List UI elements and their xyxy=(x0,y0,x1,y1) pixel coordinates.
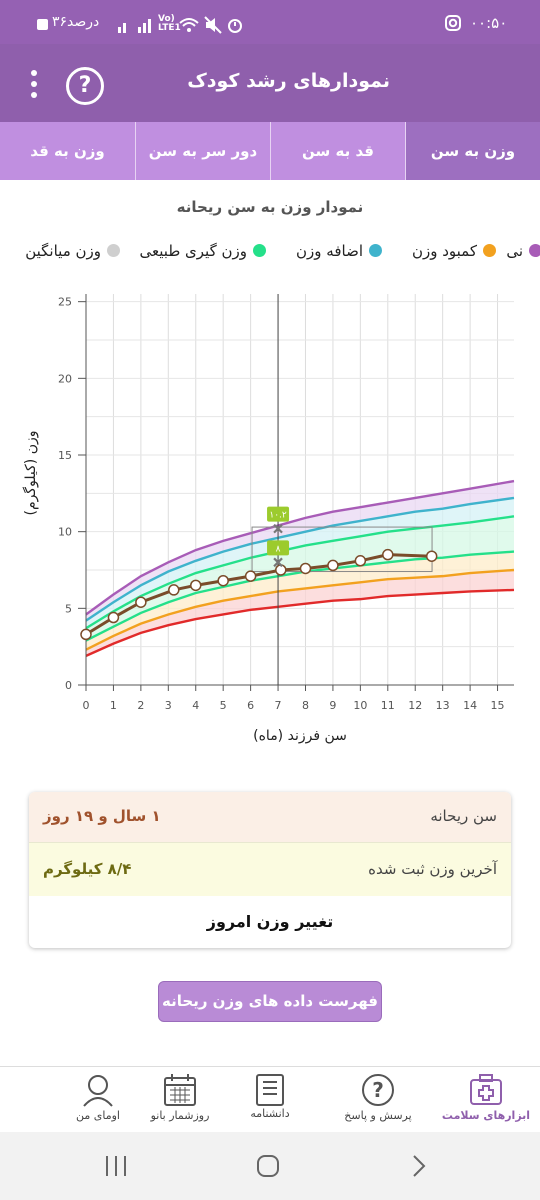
x-tick-label: 5 xyxy=(220,699,227,712)
weight-row: آخرین وزن ثبت شده ۸/۴ کیلوگرم xyxy=(29,842,511,896)
battery-icon xyxy=(37,19,48,30)
battery-percent: ۳۶درصد xyxy=(52,14,100,30)
network-label: Vo) LTE1 xyxy=(158,14,181,33)
y-tick-label: 20 xyxy=(58,372,72,385)
child-weight-point xyxy=(244,570,257,582)
age-row: سن ریحانه ۱ سال و ۱۹ روز xyxy=(29,792,511,842)
legend-item-average[interactable]: وزن میانگین xyxy=(25,242,120,260)
x-tick-label: 9 xyxy=(329,699,336,712)
overflow-menu-icon[interactable] xyxy=(22,66,46,106)
svg-text:?: ? xyxy=(372,1078,384,1102)
legend-dot-icon xyxy=(253,244,266,257)
x-tick-label: 0 xyxy=(83,699,90,712)
x-tick-label: 7 xyxy=(275,699,282,712)
signal-icon xyxy=(118,19,151,33)
tab-height-for-age[interactable]: قد به سن xyxy=(270,122,405,180)
nav-questions-label: پرسش و پاسخ xyxy=(344,1109,412,1122)
y-tick-label: 15 xyxy=(58,449,72,462)
child-weight-point xyxy=(168,584,180,596)
x-tick-label: 3 xyxy=(165,699,172,712)
x-tick-label: 6 xyxy=(247,699,254,712)
question-icon: ? xyxy=(362,1074,394,1106)
tab-bar: وزن به سن قد به سن دور سر به سن وزن به ق… xyxy=(0,122,540,180)
nav-health-tools-label: ابزارهای سلامت xyxy=(441,1109,531,1122)
legend-item-overweight[interactable]: اضافه وزن xyxy=(296,242,382,260)
chart-legend: نی کمبود وزن اضافه وزن وزن گیری طبیعی وز… xyxy=(0,242,540,268)
x-tick-label: 2 xyxy=(137,699,144,712)
status-time: ۰۰:۵۰ xyxy=(470,14,508,32)
mute-icon xyxy=(204,16,222,34)
legend-dot-icon xyxy=(107,244,120,257)
legend-dot-icon xyxy=(369,244,382,257)
nav-questions[interactable]: ? پرسش و پاسخ xyxy=(324,1067,432,1133)
chart-title: نمودار وزن به سن ریحانه xyxy=(176,198,364,216)
app-bar: ? نمودارهای رشد کودک xyxy=(0,44,540,122)
help-button[interactable]: ? xyxy=(66,67,104,105)
calendar-icon xyxy=(164,1074,196,1106)
wifi-icon xyxy=(179,18,199,32)
tab-head-for-age[interactable]: دور سر به سن xyxy=(135,122,270,180)
x-tick-label: 13 xyxy=(436,699,450,712)
x-tick-label: 1 xyxy=(110,699,117,712)
age-value: ۱ سال و ۱۹ روز xyxy=(43,807,161,825)
x-tick-label: 14 xyxy=(463,699,477,712)
home-icon[interactable] xyxy=(256,1154,280,1178)
alarm-icon xyxy=(228,19,242,33)
last-weight-value: ۸/۴ کیلوگرم xyxy=(43,860,132,878)
y-axis-label: وزن (کیلوگرم) xyxy=(23,430,39,516)
legend-dot-icon xyxy=(529,244,540,257)
page-title: نمودارهای رشد کودک xyxy=(187,70,390,92)
x-tick-label: 11 xyxy=(381,699,395,712)
x-tick-label: 10 xyxy=(353,699,367,712)
tab-weight-for-age[interactable]: وزن به سن xyxy=(405,122,540,180)
tab-weight-for-height[interactable]: وزن به قد xyxy=(0,122,135,180)
last-weight-label: آخرین وزن ثبت شده xyxy=(368,860,497,878)
y-tick-label: 25 xyxy=(58,296,72,309)
instagram-icon xyxy=(445,15,461,31)
change-weight-button[interactable]: تغییر وزن امروز xyxy=(29,896,511,948)
legend-dot-icon xyxy=(483,244,496,257)
child-weight-point xyxy=(354,555,367,567)
child-weight-point xyxy=(299,562,312,575)
recent-apps-icon[interactable] xyxy=(104,1154,130,1178)
x-tick-label: 4 xyxy=(192,699,199,712)
nav-my-profile[interactable]: اومای من xyxy=(44,1067,152,1133)
legend-item-obese[interactable]: نی xyxy=(506,242,540,260)
medical-kit-icon xyxy=(470,1074,502,1105)
growth-chart[interactable]: 0 1 2 3 4 5 6 7 8 9 10 11 12 13 14 150510152025۱۰.۲۸ xyxy=(0,280,540,720)
book-icon xyxy=(256,1074,284,1106)
age-label: سن ریحانه xyxy=(430,807,497,825)
legend-item-normal[interactable]: وزن گیری طبیعی xyxy=(140,242,266,260)
marker-label: ۱۰.۲ xyxy=(269,511,287,521)
child-weight-point xyxy=(217,574,229,587)
child-weight-point xyxy=(80,628,92,641)
x-axis-label: سن فرزند (ماه) xyxy=(253,728,347,744)
child-weight-point xyxy=(382,548,394,561)
y-tick-label: 0 xyxy=(65,679,72,692)
legend-item-underweight[interactable]: کمبود وزن xyxy=(412,242,496,260)
info-card: سن ریحانه ۱ سال و ۱۹ روز آخرین وزن ثبت ش… xyxy=(29,792,511,948)
x-tick-label: 12 xyxy=(408,699,422,712)
nav-my-profile-label: اومای من xyxy=(76,1109,120,1122)
child-weight-point xyxy=(135,596,147,608)
y-tick-label: 10 xyxy=(58,526,72,539)
back-icon[interactable] xyxy=(410,1154,428,1178)
system-nav-bar xyxy=(0,1132,540,1200)
y-tick-label: 5 xyxy=(65,602,72,615)
weight-list-button[interactable]: فهرست داده های وزن ریحانه xyxy=(158,981,382,1022)
y-axis-label-wrap: وزن (کیلوگرم) xyxy=(16,420,42,530)
bottom-nav: ابزارهای سلامت ? پرسش و پاسخ دانشنامه رو… xyxy=(0,1066,540,1132)
x-tick-label: 8 xyxy=(302,699,309,712)
marker-label: ۸ xyxy=(276,544,281,554)
child-weight-point xyxy=(189,579,202,592)
child-weight-point xyxy=(107,611,120,624)
avatar-icon xyxy=(83,1075,113,1107)
child-weight-point xyxy=(425,550,438,562)
status-bar: ۰۰:۵۰ ۳۶درصد Vo) LTE1 xyxy=(0,0,540,44)
nav-health-tools[interactable]: ابزارهای سلامت xyxy=(432,1067,540,1133)
x-tick-label: 15 xyxy=(491,699,505,712)
child-weight-point xyxy=(327,559,339,572)
